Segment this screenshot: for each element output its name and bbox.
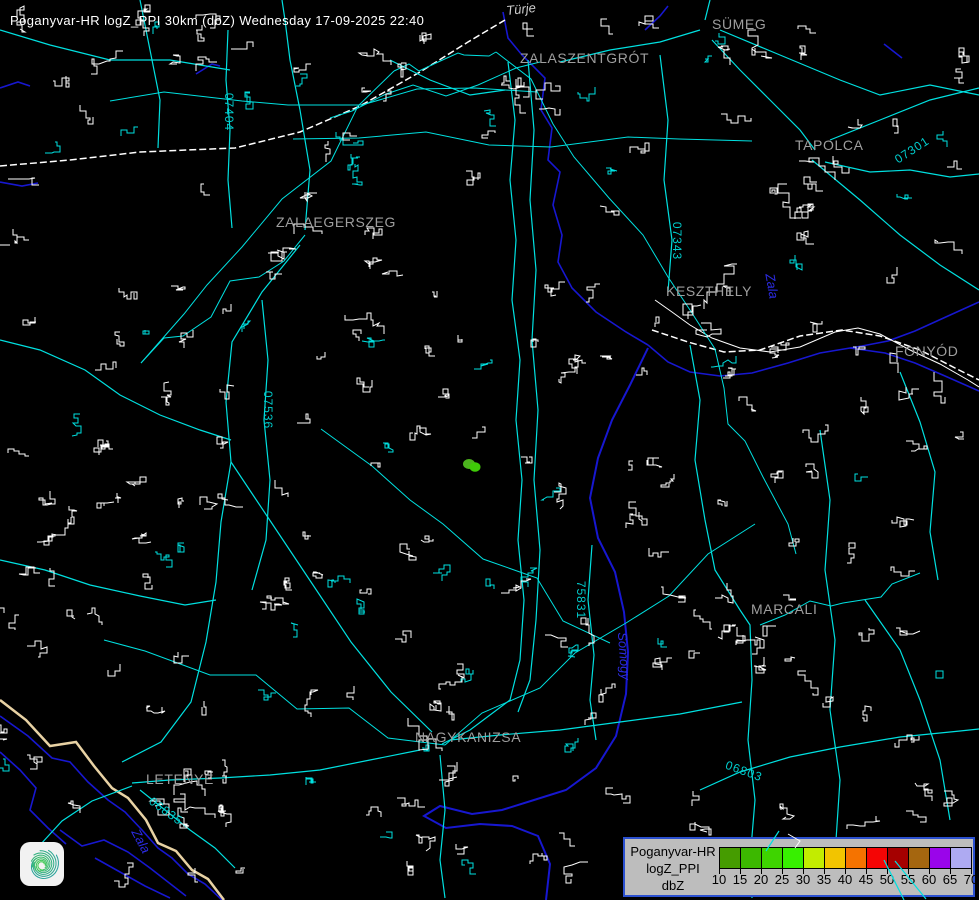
legend-tick-label: 65	[943, 872, 957, 887]
radar-echo	[470, 462, 481, 472]
dbz-color-cell	[803, 847, 825, 869]
legend-tick-label: 25	[775, 872, 789, 887]
dbz-color-cell	[929, 847, 951, 869]
legend-tick-label: 60	[922, 872, 936, 887]
dbz-color-cell	[950, 847, 972, 869]
dbz-color-cell	[761, 847, 783, 869]
legend-tick-label: 10	[712, 872, 726, 887]
dbz-color-cell	[740, 847, 762, 869]
dbz-color-cell	[908, 847, 930, 869]
legend-field-label: logZ_PPI	[627, 860, 719, 877]
dbz-legend-panel: Poganyvar-HR logZ_PPI dbZ 10 15 20 25 30 35 40…	[623, 837, 975, 897]
legend-tick-label: 50	[880, 872, 894, 887]
legend-product-label: Poganyvar-HR	[627, 843, 719, 860]
radar-title-text: Poganyvar-HR logZ_PPI 30km (dbZ) Wednesd…	[10, 13, 424, 28]
legend-tick-label: 15	[733, 872, 747, 887]
legend-tick-label: 35	[817, 872, 831, 887]
legend-title-block: Poganyvar-HR logZ_PPI dbZ	[627, 843, 719, 894]
legend-tick-label: 30	[796, 872, 810, 887]
radar-screen: Poganyvar-HR logZ_PPI 30km (dbZ) Wednesd…	[0, 0, 979, 900]
cyclone-spiral-icon	[20, 842, 64, 886]
legend-tick-label: 70	[964, 872, 978, 887]
legend-tick-label: 20	[754, 872, 768, 887]
legend-tick-label: 40	[838, 872, 852, 887]
dbz-color-cell	[824, 847, 846, 869]
dbz-color-cell	[866, 847, 888, 869]
weather-service-logo	[20, 842, 64, 886]
radar-map	[0, 0, 979, 900]
dbz-color-cell	[719, 847, 741, 869]
legend-tick-label: 45	[859, 872, 873, 887]
dbz-color-cell	[845, 847, 867, 869]
legend-tick-label: 55	[901, 872, 915, 887]
dbz-color-cell	[887, 847, 909, 869]
dbz-colorbar	[719, 847, 972, 869]
legend-unit-label: dbZ	[627, 877, 719, 894]
dbz-color-cell	[782, 847, 804, 869]
